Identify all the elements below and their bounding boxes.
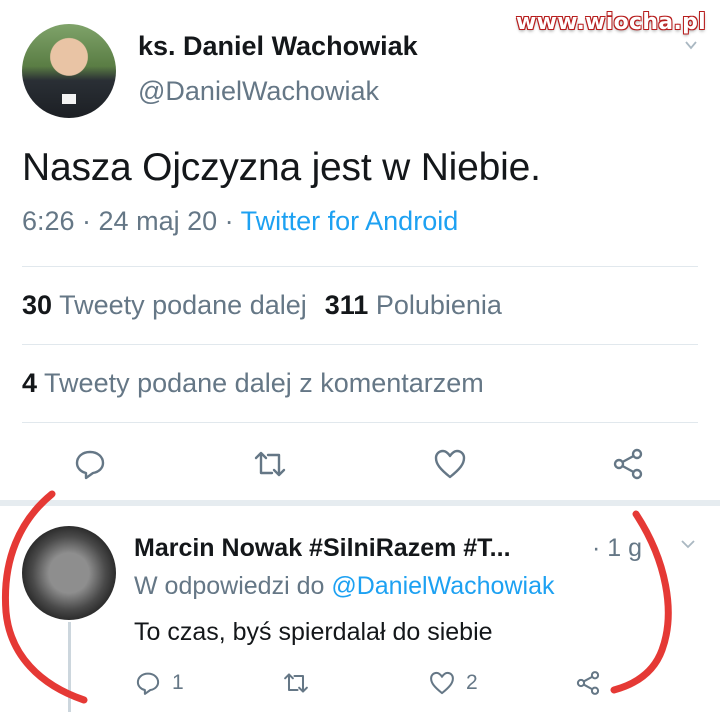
retweet-icon bbox=[254, 451, 286, 477]
like-button[interactable]: 2 bbox=[428, 668, 478, 698]
main-tweet: ks. Daniel Wachowiak @DanielWachowiak Na… bbox=[0, 0, 720, 495]
reply-button[interactable] bbox=[72, 446, 108, 482]
chevron-down-icon[interactable] bbox=[680, 536, 696, 552]
tweet-meta: 6:26 · 24 maj 20 · Twitter for Android bbox=[22, 206, 458, 237]
likes-label[interactable]: Polubienia bbox=[376, 290, 502, 320]
tweet-stats: 30 Tweety podane dalej 311 Polubienia bbox=[22, 290, 502, 321]
retweets-label[interactable]: Tweety podane dalej bbox=[59, 290, 307, 320]
avatar[interactable] bbox=[22, 526, 116, 620]
reply-icon bbox=[75, 450, 105, 480]
retweets-count[interactable]: 30 bbox=[22, 290, 52, 320]
heart-icon bbox=[434, 449, 466, 479]
reply-icon bbox=[136, 672, 160, 695]
reply-author-name[interactable]: Marcin Nowak #SilniRazem #T... bbox=[134, 534, 511, 563]
retweet-button[interactable] bbox=[252, 446, 288, 482]
share-button[interactable] bbox=[574, 668, 602, 698]
likes-count[interactable]: 311 bbox=[325, 290, 369, 320]
tweet-timestamp: 6:26 · 24 maj 20 · bbox=[22, 206, 241, 236]
heart-icon bbox=[430, 671, 454, 695]
like-count: 2 bbox=[466, 671, 478, 694]
share-icon bbox=[613, 448, 643, 480]
reply-tweet[interactable]: Marcin Nowak #SilniRazem #T... · 1 g W o… bbox=[0, 506, 720, 712]
divider bbox=[22, 422, 698, 423]
replying-to-prefix: W odpowiedzi do bbox=[134, 572, 332, 600]
thread-line bbox=[68, 622, 71, 712]
reply-button[interactable]: 1 bbox=[134, 668, 184, 698]
divider bbox=[22, 344, 698, 345]
reply-count: 1 bbox=[172, 671, 184, 694]
chevron-down-icon[interactable] bbox=[684, 38, 698, 52]
share-icon bbox=[576, 671, 600, 695]
share-button[interactable] bbox=[610, 446, 646, 482]
divider bbox=[22, 266, 698, 267]
reply-timestamp[interactable]: · 1 g bbox=[592, 534, 642, 563]
like-button[interactable] bbox=[432, 446, 468, 482]
author-name[interactable]: ks. Daniel Wachowiak bbox=[138, 31, 418, 62]
quote-tweets-stat[interactable]: 4 Tweety podane dalej z komentarzem bbox=[22, 368, 484, 399]
avatar[interactable] bbox=[22, 24, 116, 118]
retweet-button[interactable] bbox=[282, 668, 310, 698]
quotes-label: Tweety podane dalej z komentarzem bbox=[44, 368, 484, 398]
replying-to: W odpowiedzi do @DanielWachowiak bbox=[134, 572, 554, 601]
retweet-icon bbox=[284, 673, 308, 693]
author-handle[interactable]: @DanielWachowiak bbox=[138, 76, 379, 107]
reply-text: To czas, byś spierdalał do siebie bbox=[134, 618, 493, 646]
mention-link[interactable]: @DanielWachowiak bbox=[331, 572, 554, 600]
tweet-text: Nasza Ojczyzna jest w Niebie. bbox=[22, 146, 541, 189]
quotes-count: 4 bbox=[22, 368, 38, 398]
tweet-source-link[interactable]: Twitter for Android bbox=[241, 206, 459, 236]
